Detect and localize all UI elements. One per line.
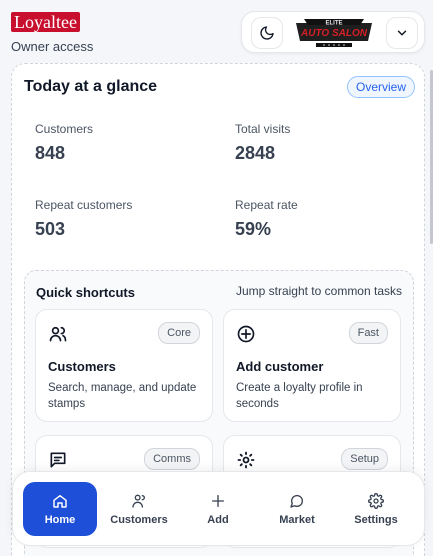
stat-repeat-customers: Repeat customers 503 (35, 198, 132, 240)
plus-icon (212, 494, 224, 507)
stat-customers: Customers 848 (35, 122, 93, 164)
nav-home[interactable]: Home (23, 482, 97, 536)
overview-badge[interactable]: Overview (347, 76, 416, 98)
nav-add[interactable]: Add (181, 482, 255, 536)
nav-label: Settings (354, 513, 398, 526)
chevron-down-icon (397, 30, 407, 36)
bottom-navigation: Home Customers Add Market Settings (12, 471, 425, 546)
owner-access-label: Owner access (11, 39, 94, 54)
stat-repeat-rate: Repeat rate 59% (235, 198, 298, 240)
stat-label: Repeat rate (235, 198, 298, 212)
shortcut-badge: Core (158, 322, 200, 344)
theme-toggle-button[interactable] (251, 17, 283, 49)
stat-value: 59% (235, 219, 272, 239)
business-logo: ELITE AUTO SALON (290, 15, 378, 51)
shortcut-title: Add customer (236, 359, 324, 374)
stat-value: 503 (35, 219, 66, 239)
stat-value: 2848 (235, 143, 276, 163)
customers-icon (132, 494, 145, 508)
shortcut-badge: Setup (341, 448, 388, 470)
message-icon (50, 452, 66, 468)
svg-text:AUTO SALON: AUTO SALON (300, 28, 368, 39)
shortcut-customers[interactable]: Core Customers Search, manage, and updat… (35, 309, 213, 422)
header-controls: ELITE AUTO SALON (241, 11, 425, 53)
stat-value: 848 (35, 143, 66, 163)
app-logo[interactable]: Loyaltee (11, 12, 80, 32)
gear-icon (368, 492, 384, 509)
plus-circle-icon (237, 325, 255, 343)
nav-settings[interactable]: Settings (339, 482, 413, 536)
stat-label: Customers (35, 122, 94, 136)
gear-icon (237, 451, 255, 469)
chat-icon (290, 494, 304, 508)
nav-label: Market (279, 513, 315, 526)
nav-label: Add (207, 513, 229, 526)
stat-label: Repeat customers (35, 198, 133, 212)
shortcut-badge: Comms (144, 448, 200, 470)
shortcut-description: Search, manage, and update stamps (48, 382, 197, 410)
nav-market[interactable]: Market (260, 482, 334, 536)
svg-text:ELITE: ELITE (325, 21, 342, 27)
stat-total-visits: Total visits 2848 (235, 122, 290, 164)
shortcut-title: Customers (48, 359, 116, 374)
nav-customers[interactable]: Customers (102, 482, 176, 536)
moon-icon (260, 26, 274, 40)
nav-label: Home (44, 513, 76, 526)
shortcuts-subtitle: Jump straight to common tasks (235, 284, 402, 298)
shortcut-badge: Fast (348, 322, 388, 344)
stat-label: Total visits (235, 122, 291, 136)
shortcut-description: Create a loyalty profile in seconds (236, 382, 363, 410)
home-icon (53, 494, 67, 508)
shortcut-add-customer[interactable]: Fast Add customer Create a loyalty profi… (223, 309, 401, 422)
nav-label: Customers (110, 513, 168, 526)
glance-title: Today at a glance (24, 78, 158, 95)
account-menu-button[interactable] (386, 17, 418, 49)
shortcuts-title: Quick shortcuts (36, 285, 135, 300)
users-icon (49, 326, 67, 342)
